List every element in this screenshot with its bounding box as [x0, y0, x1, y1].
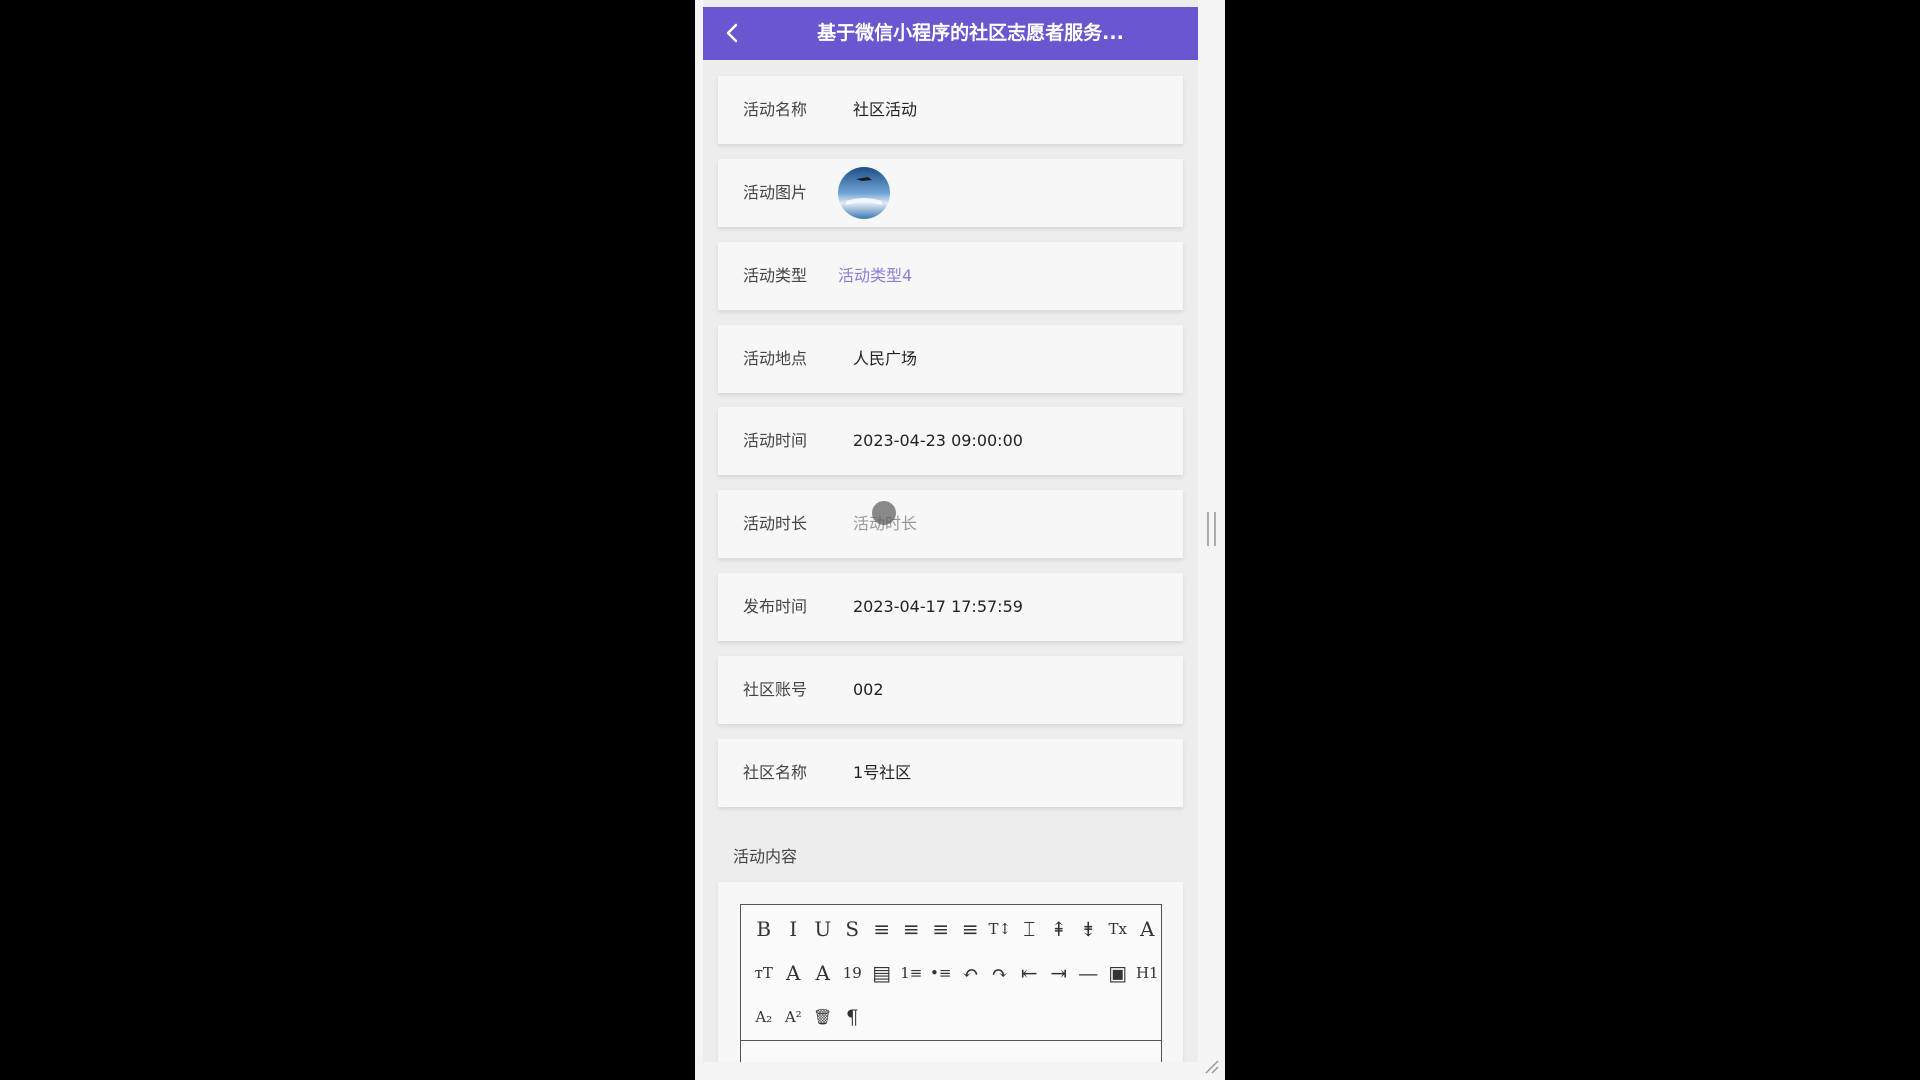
superscript-icon[interactable]: A² — [779, 1001, 809, 1033]
field-row-activity-type: 活动类型 活动类型4 — [718, 242, 1183, 310]
field-label: 活动图片 — [743, 183, 808, 202]
field-label: 社区名称 — [743, 763, 808, 782]
indent-icon[interactable]: ⇥ — [1044, 957, 1074, 989]
align-right-icon[interactable]: ≡ — [926, 913, 956, 945]
field-row-community-account: 社区账号 002 — [718, 656, 1183, 724]
field-value-activity-location[interactable]: 人民广场 — [853, 325, 917, 393]
field-value-community-account[interactable]: 002 — [853, 656, 884, 724]
activity-image[interactable] — [838, 167, 890, 219]
field-label: 活动时间 — [743, 431, 808, 450]
chevron-left-icon[interactable] — [721, 21, 745, 45]
letter-spacing-icon[interactable]: ⌶ — [1015, 913, 1045, 945]
editor-toolbar-row-3: A₂ A² 🗑 ¶ — [749, 1001, 867, 1033]
resize-grip-icon[interactable] — [1203, 1058, 1219, 1074]
italic-icon[interactable]: I — [779, 913, 809, 945]
rich-text-editor[interactable]: B I U S ≡ ≡ ≡ ≡ T↕ ⌶ ⇞ ⇟ Tx A тT A A 19 ▤ 1≡ •≡ ↶ ↷ ⇤ ⇥ — ▣ H1 A₂ A… — [740, 904, 1162, 1062]
field-row-activity-time: 活动时间 2023-04-23 09:00:00 — [718, 407, 1183, 475]
text-color-icon[interactable]: A — [779, 957, 809, 989]
delete-icon[interactable]: 🗑 — [808, 1001, 838, 1033]
field-label: 社区账号 — [743, 680, 808, 699]
scrollbar[interactable] — [1207, 512, 1216, 546]
field-label: 活动地点 — [743, 349, 808, 368]
field-value-community-name[interactable]: 1号社区 — [853, 739, 911, 807]
font-icon[interactable]: A — [1133, 913, 1163, 945]
field-label: 活动名称 — [743, 100, 808, 119]
field-row-publish-time: 发布时间 2023-04-17 17:57:59 — [718, 573, 1183, 641]
content-label: 活动内容 — [733, 847, 798, 866]
clipboard-icon[interactable]: ▤ — [867, 957, 897, 989]
strikethrough-icon[interactable]: S — [838, 913, 868, 945]
field-label: 活动类型 — [743, 266, 808, 285]
line-height-icon[interactable]: T↕ — [985, 913, 1015, 945]
mini-program-page: 基于微信小程序的社区志愿者服务... 活动名称 社区活动 活动图片 活动类型 活… — [703, 0, 1198, 1062]
clear-format-icon[interactable]: Tx — [1103, 913, 1133, 945]
redo-icon[interactable]: ↷ — [985, 957, 1015, 989]
date-icon[interactable]: 19 — [838, 957, 868, 989]
image-icon[interactable]: ▣ — [1103, 957, 1133, 989]
touch-cursor — [872, 501, 896, 525]
space-before-icon[interactable]: ⇞ — [1044, 913, 1074, 945]
align-center-icon[interactable]: ≡ — [897, 913, 927, 945]
bg-color-icon[interactable]: A — [808, 957, 838, 989]
field-row-activity-name: 活动名称 社区活动 — [718, 76, 1183, 144]
field-value-activity-name[interactable]: 社区活动 — [853, 76, 917, 144]
rich-text-editor-container: B I U S ≡ ≡ ≡ ≡ T↕ ⌶ ⇞ ⇟ Tx A тT A A 19 ▤ 1≡ •≡ ↶ ↷ ⇤ ⇥ — ▣ H1 A₂ A… — [718, 882, 1183, 1062]
field-value-activity-type[interactable]: 活动类型4 — [838, 242, 912, 310]
unordered-list-icon[interactable]: •≡ — [926, 957, 956, 989]
space-after-icon[interactable]: ⇟ — [1074, 913, 1104, 945]
font-size-icon[interactable]: тT — [749, 957, 779, 989]
align-left-icon[interactable]: ≡ — [867, 913, 897, 945]
editor-divider — [741, 1040, 1161, 1041]
field-value-publish-time[interactable]: 2023-04-17 17:57:59 — [853, 573, 1023, 641]
field-row-activity-location: 活动地点 人民广场 — [718, 325, 1183, 393]
underline-icon[interactable]: U — [808, 913, 838, 945]
undo-icon[interactable]: ↶ — [956, 957, 986, 989]
field-label: 活动时长 — [743, 514, 808, 533]
field-row-activity-duration: 活动时长 活动时长 — [718, 490, 1183, 558]
divider-icon[interactable]: — — [1074, 957, 1104, 989]
paragraph-icon[interactable]: ¶ — [838, 1001, 868, 1033]
page-title: 基于微信小程序的社区志愿者服务... — [817, 22, 1124, 44]
nav-bar: 基于微信小程序的社区志愿者服务... — [703, 7, 1198, 60]
outdent-icon[interactable]: ⇤ — [1015, 957, 1045, 989]
editor-toolbar-row-2: тT A A 19 ▤ 1≡ •≡ ↶ ↷ ⇤ ⇥ — ▣ H1 — [749, 957, 1162, 989]
justify-icon[interactable]: ≡ — [956, 913, 986, 945]
bold-icon[interactable]: B — [749, 913, 779, 945]
field-row-community-name: 社区名称 1号社区 — [718, 739, 1183, 807]
heading-icon[interactable]: H1 — [1133, 957, 1163, 989]
field-value-activity-time[interactable]: 2023-04-23 09:00:00 — [853, 407, 1023, 475]
field-label: 发布时间 — [743, 597, 808, 616]
ordered-list-icon[interactable]: 1≡ — [897, 957, 927, 989]
subscript-icon[interactable]: A₂ — [749, 1001, 779, 1033]
field-row-activity-image: 活动图片 — [718, 159, 1183, 227]
editor-toolbar-row-1: B I U S ≡ ≡ ≡ ≡ T↕ ⌶ ⇞ ⇟ Tx A — [749, 913, 1162, 945]
